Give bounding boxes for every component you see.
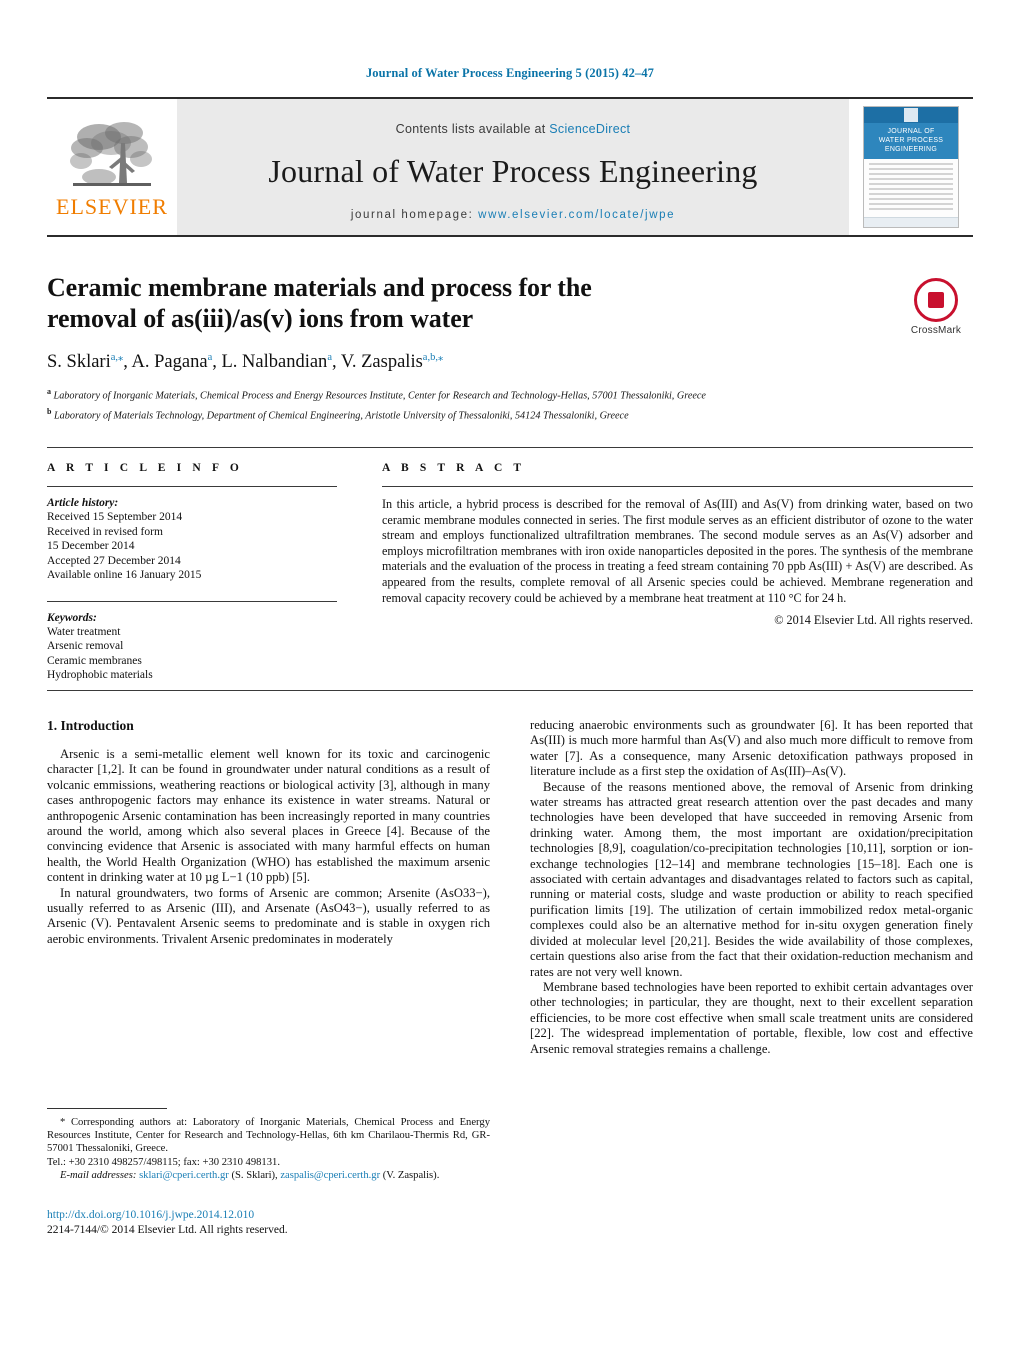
keywords-block: Keywords: Water treatment Arsenic remova…: [47, 612, 337, 683]
page-title: Ceramic membrane materials and process f…: [47, 273, 592, 333]
history-item: Available online 16 January 2015: [47, 569, 202, 581]
author-name: S. Sklari: [47, 352, 111, 373]
article-info-heading: A R T I C L E I N F O: [47, 462, 243, 474]
author-item: L. Nalbandiana: [221, 352, 332, 372]
info-rule-top: [47, 447, 973, 448]
history-item: 15 December 2014: [47, 540, 135, 552]
section-heading-introduction: 1. Introduction: [47, 718, 134, 733]
footer-block: http://dx.doi.org/10.1016/j.jwpe.2014.12…: [47, 1208, 547, 1237]
keyword-item: Hydrophobic materials: [47, 669, 153, 681]
paper-page: Journal of Water Process Engineering 5 (…: [0, 0, 1020, 1351]
paragraph: Membrane based technologies have been re…: [530, 979, 973, 1056]
article-body: 1. Introduction Arsenic is a semi-metall…: [47, 718, 973, 1057]
cover-image: JOURNAL OF WATER PROCESS ENGINEERING: [863, 106, 959, 228]
issn-copyright-line: 2214-7144/© 2014 Elsevier Ltd. All right…: [47, 1223, 288, 1236]
author-name: A. Pagana: [131, 352, 208, 373]
paragraph: In natural groundwaters, two forms of Ar…: [47, 885, 490, 946]
affiliation-item: a Laboratory of Inorganic Materials, Che…: [47, 385, 927, 403]
body-column-left: 1. Introduction Arsenic is a semi-metall…: [47, 718, 490, 1057]
cover-title-band: JOURNAL OF WATER PROCESS ENGINEERING: [864, 123, 958, 160]
article-history-label: Article history:: [47, 497, 119, 509]
body-column-gap: [490, 718, 530, 1057]
paragraph: Arsenic is a semi-metallic element well …: [47, 747, 490, 885]
author-name: L. Nalbandian: [221, 352, 328, 373]
abstract-heading: A B S T R A C T: [382, 462, 526, 474]
footnote-rule: [47, 1108, 167, 1109]
elsevier-tree-icon: [70, 121, 152, 186]
contents-prefix: Contents lists available at: [395, 121, 550, 136]
affiliation-item: b Laboratory of Materials Technology, De…: [47, 405, 927, 423]
cover-line3: ENGINEERING: [884, 146, 938, 154]
homepage-url-link[interactable]: www.elsevier.com/locate/jwpe: [478, 209, 675, 221]
column-gap: [337, 462, 382, 683]
elsevier-wordmark: ELSEVIER: [56, 193, 168, 219]
homepage-prefix: journal homepage:: [350, 208, 479, 221]
paragraph: reducing anaerobic environments such as …: [530, 718, 973, 779]
abstract-copyright: © 2014 Elsevier Ltd. All rights reserved…: [774, 613, 973, 628]
cover-line2: WATER PROCESS: [878, 137, 944, 145]
info-divider: [47, 486, 337, 487]
keywords-divider: [47, 600, 337, 602]
author-marks: a,⁎: [110, 352, 124, 363]
email-link-2[interactable]: zaspalis@cperi.certh.gr: [280, 1170, 380, 1181]
author-marks: a: [327, 352, 332, 363]
cover-footer: [864, 217, 958, 227]
history-item: Accepted 27 December 2014: [47, 554, 181, 567]
keyword-item: Water treatment: [47, 625, 121, 638]
publisher-logo: ELSEVIER: [47, 99, 177, 235]
affiliation-list: a Laboratory of Inorganic Materials, Che…: [47, 385, 927, 423]
affiliation-text: Laboratory of Materials Technology, Depa…: [54, 410, 629, 422]
crossmark-icon: [914, 278, 958, 322]
author-item: S. Sklaria,⁎: [47, 352, 123, 372]
affiliation-mark: b: [47, 407, 52, 417]
journal-masthead: ELSEVIER Contents lists available at Sci…: [47, 97, 973, 237]
article-title-block: Ceramic membrane materials and process f…: [47, 272, 973, 425]
sciencedirect-link[interactable]: ScienceDirect: [549, 122, 630, 136]
doi-link[interactable]: http://dx.doi.org/10.1016/j.jwpe.2014.12…: [47, 1208, 547, 1223]
author-marks: a: [207, 352, 213, 363]
history-item: Received in revised form: [47, 525, 163, 538]
keyword-item: Arsenic removal: [47, 640, 124, 652]
email-owner-2: (V. Zaspalis).: [382, 1169, 440, 1181]
keyword-item: Ceramic membranes: [47, 654, 142, 667]
keywords-label: Keywords:: [47, 611, 97, 624]
info-abstract-row: A R T I C L E I N F O Article history: R…: [47, 462, 973, 683]
journal-title: Journal of Water Process Engineering: [268, 152, 758, 189]
article-info-column: A R T I C L E I N F O Article history: R…: [47, 462, 337, 683]
abstract-column: A B S T R A C T In this article, a hybri…: [382, 462, 973, 683]
cover-line1: JOURNAL OF: [887, 128, 935, 136]
author-marks: a,b,⁎: [422, 352, 444, 363]
corresponding-author-note: * Corresponding authors at: Laboratory o…: [47, 1117, 490, 1155]
footnote-block: * Corresponding authors at: Laboratory o…: [47, 1116, 490, 1182]
body-column-right: reducing anaerobic environments such as …: [530, 718, 973, 1057]
running-head: Journal of Water Process Engineering 5 (…: [365, 66, 655, 80]
abstract-divider: [382, 486, 973, 487]
author-item: A. Paganaa: [132, 352, 213, 372]
author-item: V. Zaspalisa,b,⁎: [341, 352, 443, 372]
cover-body: [864, 159, 958, 218]
history-item: Received 15 September 2014: [47, 511, 183, 523]
abstract-text: In this article, a hybrid process is des…: [382, 497, 973, 605]
email-line: E-mail addresses: sklari@cperi.certh.gr …: [47, 1169, 490, 1182]
email-link-1[interactable]: sklari@cperi.certh.gr: [139, 1170, 229, 1181]
cover-top-bar: [864, 107, 958, 124]
crossmark-badge[interactable]: CrossMark: [899, 278, 973, 336]
email-owner-1: (S. Sklari),: [231, 1169, 278, 1181]
abstract-rule-bottom: [47, 690, 973, 691]
journal-homepage-line: journal homepage: www.elsevier.com/locat…: [351, 209, 675, 221]
cover-mark-icon: [904, 108, 918, 123]
author-name: V. Zaspalis: [340, 352, 423, 373]
masthead-center: Contents lists available at ScienceDirec…: [177, 99, 849, 235]
author-list: S. Sklaria,⁎, A. Paganaa, L. Nalbandiana…: [47, 352, 444, 373]
journal-cover-thumb: JOURNAL OF WATER PROCESS ENGINEERING: [849, 99, 973, 235]
contact-phone: Tel.: +30 2310 498257/498115; fax: +30 2…: [47, 1156, 280, 1168]
contents-available-line: Contents lists available at ScienceDirec…: [396, 122, 631, 136]
email-label: E-mail addresses:: [60, 1169, 137, 1181]
crossmark-label: CrossMark: [910, 325, 962, 336]
affiliation-text: Laboratory of Inorganic Materials, Chemi…: [53, 390, 706, 402]
affiliation-mark: a: [47, 387, 51, 397]
paragraph: Because of the reasons mentioned above, …: [530, 779, 973, 979]
